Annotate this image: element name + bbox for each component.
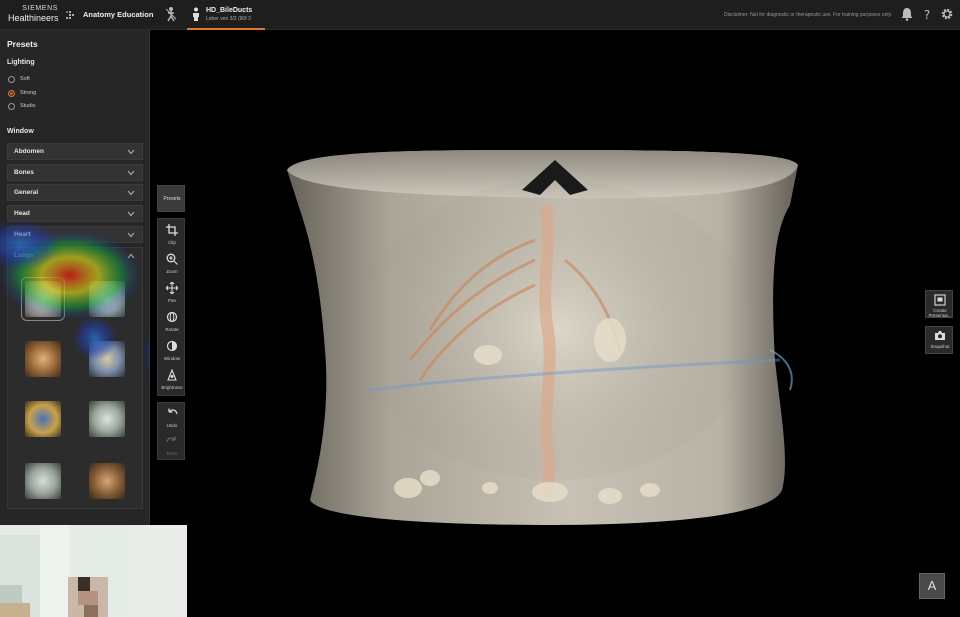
redo-button[interactable]: Redo [158, 432, 186, 461]
chevron-down-icon [127, 190, 135, 196]
pan-icon [166, 282, 178, 294]
radio-label: Soft [20, 76, 30, 82]
chevron-down-icon [127, 170, 135, 176]
tool-label: Rotate [165, 327, 179, 332]
presets-panel: Presets Lighting Soft Strong Studio Wind… [0, 30, 150, 525]
presets-toggle-button[interactable]: Presets [157, 185, 185, 212]
svg-text:?: ? [924, 8, 930, 21]
siemens-healthineers-logo: SIEMENS Healthineers [8, 4, 74, 26]
lungs-preset-thumbnail-4[interactable] [89, 341, 125, 377]
group-label: Heart [14, 231, 31, 238]
camera-icon [935, 331, 945, 340]
window-group-bones[interactable]: Bones [7, 164, 143, 181]
rotate-tool-button[interactable]: Rotate [158, 308, 186, 337]
group-label: Abdomen [14, 148, 44, 155]
window-tool-button[interactable]: Window [158, 337, 186, 366]
window-group-lungs[interactable]: Lungs [7, 247, 143, 509]
lighting-option-soft[interactable]: Soft [8, 74, 30, 84]
tool-label: Zoom [166, 269, 178, 274]
lighting-option-strong[interactable]: Strong [8, 88, 36, 98]
chevron-down-icon [127, 211, 135, 217]
history-toolbar: Undo Redo [157, 402, 185, 460]
case-title: HD_BileDucts [206, 7, 253, 14]
lungs-preset-thumbnail-6[interactable] [89, 401, 125, 437]
chevron-up-icon [127, 253, 135, 259]
snapshot-label: Snapshot [930, 344, 950, 349]
window-section-label: Window [7, 128, 34, 135]
tool-label: Clip [168, 240, 176, 245]
help-icon[interactable]: ? [920, 7, 934, 21]
radio-label: Strong [20, 90, 37, 96]
bell-icon[interactable] [900, 7, 914, 21]
chevron-down-icon [127, 149, 135, 155]
crop-icon [166, 224, 178, 236]
lungs-preset-thumbnail-1[interactable] [21, 277, 65, 321]
rotate-icon [166, 311, 178, 323]
undo-icon [168, 408, 178, 415]
radio-button-selected[interactable] [8, 89, 15, 97]
anatomy-figure-icon[interactable] [163, 6, 179, 22]
tool-label: Undo [166, 423, 178, 428]
person-icon [193, 7, 199, 21]
create-presentation-label: Create Presentat... [928, 308, 952, 318]
lungs-preset-thumbnail-5[interactable] [25, 401, 61, 437]
window-group-abdomen[interactable]: Abdomen [7, 143, 143, 160]
app-name: Anatomy Education [83, 10, 154, 19]
snapshot-button[interactable]: Snapshot [925, 326, 953, 354]
disclaimer-text: Disclaimer: Not for diagnostic or therap… [723, 12, 892, 18]
radio-button[interactable] [8, 102, 15, 110]
presentation-icon [934, 294, 946, 306]
zoom-icon [166, 253, 178, 265]
brand-line-1: SIEMENS [22, 5, 58, 12]
window-group-head[interactable]: Head [7, 205, 143, 222]
lighting-option-studio[interactable]: Studio [8, 101, 36, 111]
lighting-section-label: Lighting [7, 59, 35, 66]
brightness-icon [167, 369, 177, 381]
tool-label: Redo [166, 451, 178, 456]
clip-tool-button[interactable]: Clip [158, 221, 186, 250]
webcam-overlay [0, 525, 187, 617]
case-tab[interactable]: HD_BileDucts Leber ven 3/2 (90f 3 [187, 0, 265, 30]
tool-label: Window [163, 356, 180, 361]
brand-line-2: Healthineers [8, 13, 59, 23]
radio-button[interactable] [8, 75, 15, 83]
presets-toggle-label: Presets [163, 196, 181, 202]
case-subtitle: Leber ven 3/2 (90f 3 [206, 16, 251, 22]
webcam-feed-image [0, 525, 187, 617]
volume-render [287, 150, 798, 525]
create-presentation-button[interactable]: Create Presentat... [925, 290, 953, 318]
brightness-tool-button[interactable]: Brightness [158, 366, 186, 395]
top-bar: SIEMENS Healthineers Anatomy Education H… [0, 0, 960, 30]
lungs-preset-thumbnail-2[interactable] [89, 281, 125, 317]
undo-button[interactable]: Undo [158, 404, 186, 433]
accessibility-button[interactable]: A [919, 573, 945, 599]
window-group-general[interactable]: General [7, 184, 143, 201]
group-label: General [14, 189, 39, 196]
zoom-tool-button[interactable]: Zoom [158, 250, 186, 279]
group-label: Lungs [14, 252, 34, 259]
tool-label: Pan [167, 298, 176, 303]
lungs-preset-thumbnail-7[interactable] [25, 463, 61, 499]
chevron-down-icon [127, 232, 135, 238]
lungs-preset-thumbnail-8[interactable] [89, 463, 125, 499]
panel-title: Presets [7, 39, 38, 49]
radio-label: Studio [20, 103, 36, 109]
lungs-preset-thumbnail-3[interactable] [25, 341, 61, 377]
group-label: Head [14, 210, 30, 217]
gear-icon[interactable] [940, 7, 954, 21]
window-group-heart[interactable]: Heart [7, 226, 143, 243]
view-tools-toolbar: Clip Zoom Pan Rotate Window Brightness [157, 218, 185, 396]
pan-tool-button[interactable]: Pan [158, 279, 186, 308]
redo-icon [166, 436, 176, 443]
group-label: Bones [14, 169, 34, 176]
window-icon [166, 340, 178, 352]
tool-label: Brightness [161, 385, 183, 390]
brand-dots-icon [66, 11, 74, 19]
3d-volume-viewport[interactable] [150, 30, 960, 617]
